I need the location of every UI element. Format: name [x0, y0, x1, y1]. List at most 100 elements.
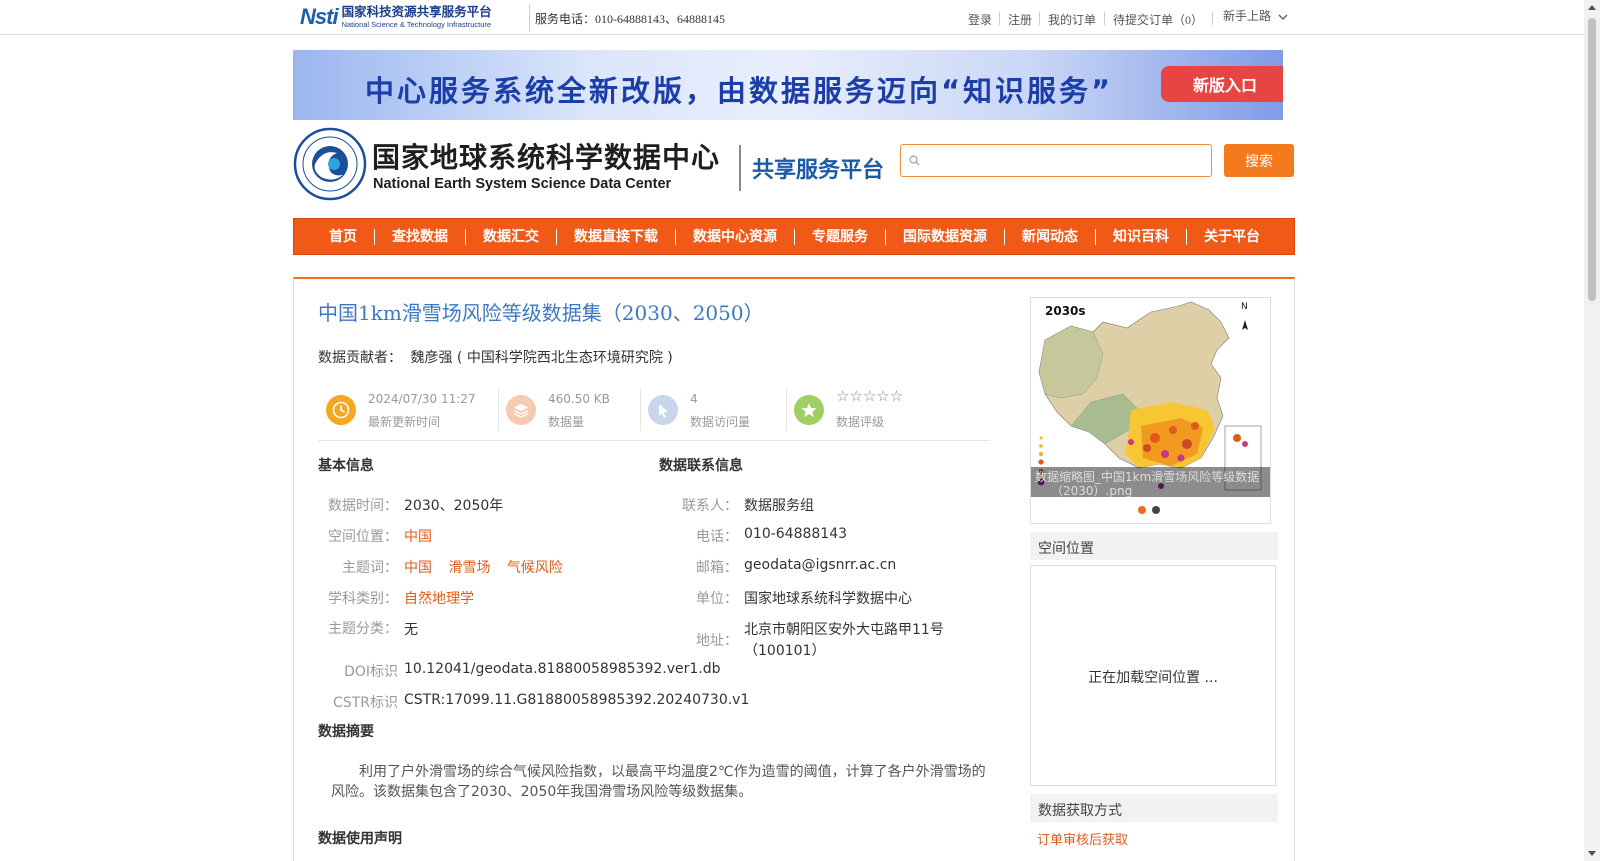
- stat-updated: 2024/07/30 11:27 最新更新时间: [318, 383, 498, 433]
- nav-item-data-submission[interactable]: 数据汇交: [465, 228, 556, 245]
- new-version-button[interactable]: 新版入口: [1161, 66, 1283, 102]
- nav-item-direct-download[interactable]: 数据直接下载: [556, 228, 675, 245]
- usage-statement-title: 数据使用声明: [318, 831, 402, 847]
- contact-person-value: 数据服务组: [744, 498, 814, 514]
- service-phone: 服务电话：010-64888143、64888145: [535, 12, 725, 26]
- scroll-down-arrow-icon[interactable]: [1588, 851, 1596, 856]
- spatial-location-title: 空间位置: [1030, 532, 1278, 560]
- location-value[interactable]: 中国: [404, 526, 432, 546]
- star-badge-icon: [794, 395, 824, 425]
- map-loading-text: 正在加载空间位置 ...: [1088, 670, 1218, 686]
- contact-email-value: geodata@igsnrr.ac.cn: [744, 557, 897, 573]
- contact-phone-value: 010-64888143: [744, 526, 848, 542]
- announcement-banner[interactable]: 中心服务系统全新改版，由数据服务迈向“知识服务” 新版入口: [293, 50, 1283, 120]
- spatial-map[interactable]: 正在加载空间位置 ...: [1030, 565, 1276, 786]
- contact-info-title: 数据联系信息: [659, 458, 743, 474]
- carousel-dot[interactable]: [1152, 506, 1160, 514]
- data-access-title: 数据获取方式: [1030, 794, 1278, 822]
- clock-icon: [326, 395, 356, 425]
- visits-value: 4: [690, 392, 698, 406]
- search-icon: [909, 155, 920, 166]
- thumbnail-period-label: 2030s: [1045, 304, 1086, 318]
- dataset-title: 中国1km滑雪场风险等级数据集（2030、2050）: [318, 301, 764, 325]
- my-orders-link[interactable]: 我的订单: [1048, 11, 1096, 28]
- updated-label: 最新更新时间: [368, 415, 441, 429]
- keywords-list: 中国 滑雪场 气候风险: [404, 557, 575, 577]
- top-bar: Nsti 国家科技资源共享服务平台 National Science & Tec…: [0, 0, 1584, 35]
- top-link-divider: [1212, 12, 1213, 25]
- topbar-divider: [529, 4, 530, 32]
- stat-size: 460.50 KB 数据量: [498, 383, 640, 433]
- scroll-thumb[interactable]: [1588, 18, 1596, 301]
- rating-label: 数据评级: [836, 415, 885, 429]
- data-center-logo-icon[interactable]: [293, 127, 367, 201]
- register-link[interactable]: 注册: [1008, 11, 1032, 28]
- page-scrollbar[interactable]: [1584, 0, 1600, 861]
- login-link[interactable]: 登录: [968, 11, 992, 28]
- nav-item-find-data[interactable]: 查找数据: [374, 228, 465, 245]
- nav-item-topic-services[interactable]: 专题服务: [794, 228, 885, 245]
- top-link-divider: [1039, 12, 1040, 25]
- stat-rating: ☆☆☆☆☆ 数据评级: [786, 383, 990, 433]
- search-input[interactable]: [925, 145, 1205, 176]
- category-label: 主题分类：: [328, 621, 398, 637]
- cursor-icon: [648, 395, 678, 425]
- north-arrow-label: N: [1241, 302, 1248, 312]
- stat-visits: 4 数据访问量: [640, 383, 786, 433]
- nsti-logo[interactable]: Nsti 国家科技资源共享服务平台 National Science & Tec…: [300, 2, 522, 32]
- nav-item-news[interactable]: 新闻动态: [1004, 228, 1095, 245]
- doi-label: DOI标识: [344, 664, 398, 680]
- search-box[interactable]: [900, 144, 1212, 177]
- thumbnail-caption-line2: （2030）.png: [1051, 484, 1133, 497]
- abstract-title: 数据摘要: [318, 724, 374, 740]
- contact-person-label: 联系人：: [682, 498, 738, 514]
- layers-icon: [506, 395, 536, 425]
- rating-stars[interactable]: ☆☆☆☆☆: [836, 387, 903, 405]
- pending-orders-link[interactable]: 待提交订单（0）: [1113, 11, 1203, 28]
- nav-item-knowledge[interactable]: 知识百科: [1095, 228, 1186, 245]
- location-label: 空间位置：: [328, 529, 398, 545]
- time-value: 2030、2050年: [404, 498, 504, 514]
- newbie-guide-label: 新手上路: [1223, 9, 1272, 23]
- top-link-divider: [999, 12, 1000, 25]
- contributor-label: 数据贡献者：: [318, 350, 402, 366]
- keyword-link[interactable]: 气候风险: [507, 560, 563, 576]
- newbie-guide-dropdown[interactable]: 新手上路: [1223, 7, 1288, 24]
- size-label: 数据量: [548, 415, 585, 429]
- basic-info-title: 基本信息: [318, 458, 374, 474]
- site-title-cn: 国家地球系统科学数据中心: [372, 141, 721, 174]
- keywords-label: 主题词：: [342, 560, 398, 576]
- order-review-link[interactable]: 订单审核后获取: [1037, 829, 1128, 848]
- search-button[interactable]: 搜索: [1224, 144, 1294, 177]
- discipline-value[interactable]: 自然地理学: [404, 588, 474, 608]
- contact-unit-label: 单位：: [696, 591, 738, 607]
- contact-phone-label: 电话：: [696, 529, 738, 545]
- contributor-value: 魏彦强 ( 中国科学院西北生态环境研究院 ): [410, 350, 673, 366]
- contact-unit-value: 国家地球系统科学数据中心: [744, 591, 912, 607]
- banner-text: 中心服务系统全新改版，由数据服务迈向“知识服务”: [365, 74, 1114, 108]
- nav-item-center-resources[interactable]: 数据中心资源: [675, 228, 794, 245]
- discipline-label: 学科类别：: [328, 591, 398, 607]
- title-divider: [739, 145, 741, 191]
- keyword-link[interactable]: 滑雪场: [448, 560, 490, 576]
- nsti-logo-mark: Nsti: [300, 4, 339, 29]
- contact-address-line1: 北京市朝阳区安外大屯路甲11号: [744, 622, 944, 638]
- keyword-link[interactable]: 中国: [404, 560, 432, 576]
- carousel-dots: [1138, 506, 1160, 514]
- nav-item-international-data[interactable]: 国际数据资源: [885, 228, 1004, 245]
- time-label: 数据时间：: [328, 498, 398, 514]
- dataset-stats: 2024/07/30 11:27 最新更新时间 460.50 KB 数据量 4 …: [318, 383, 990, 441]
- thumbnail-caption: 数据缩略图_中国1km滑雪场风险等级数据 （2030）.png: [1031, 467, 1270, 497]
- site-title-en: National Earth System Science Data Cente…: [373, 176, 672, 192]
- nav-item-home[interactable]: 首页: [312, 229, 374, 245]
- doi-value: 10.12041/geodata.81880058985392.ver1.db: [404, 661, 721, 677]
- scroll-up-arrow-icon[interactable]: [1588, 5, 1596, 10]
- cstr-value: CSTR:17099.11.G81880058985392.20240730.v…: [404, 692, 750, 708]
- contact-address-line2: （100101）: [744, 643, 826, 659]
- chevron-down-icon: [1278, 14, 1288, 20]
- contact-address-label: 地址：: [696, 633, 738, 649]
- nav-item-about[interactable]: 关于平台: [1186, 228, 1277, 245]
- top-link-divider: [1104, 12, 1105, 25]
- contact-email-label: 邮箱：: [696, 560, 738, 576]
- carousel-dot-active[interactable]: [1138, 506, 1146, 514]
